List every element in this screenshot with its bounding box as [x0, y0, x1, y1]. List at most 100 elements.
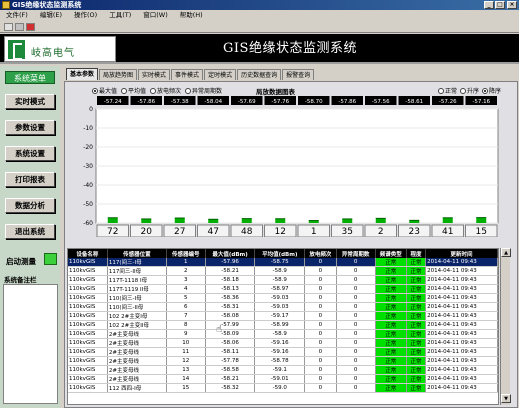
minimize-icon[interactable]: _	[484, 1, 494, 9]
close-icon[interactable]: ×	[507, 1, 517, 9]
table-row[interactable]: 110kvGIS 2#主变母线 13 -58.58 -59.1 0 0 正常 正常 2014-04…	[68, 365, 498, 376]
column-header[interactable]: 传感器位置	[107, 249, 167, 258]
column-header[interactable]: 平均值(dBm)	[254, 249, 306, 258]
tab-event[interactable]: 事件模式	[171, 69, 204, 80]
table-scrollbar[interactable]: ▲ ▼	[500, 248, 511, 405]
table-cell: 110kvGIS	[68, 275, 108, 286]
table-cell: 14	[166, 374, 206, 385]
radio-max[interactable]: 最大值	[92, 86, 117, 95]
tab-trend-chart[interactable]: 局放趋势图	[99, 69, 138, 80]
menu-edit[interactable]: 编辑(E)	[40, 10, 62, 21]
table-row[interactable]: 110kvGIS 2#主变母线 14 -58.21 -59.01 0 0 正常 正常 2014-0…	[68, 374, 498, 385]
table-cell: 0	[304, 302, 337, 313]
radio-avg[interactable]: 平均值	[121, 86, 146, 95]
table-cell: 112 西四-I母	[107, 383, 167, 394]
table-row[interactable]: 110kvGIS 2#主变母线 11 -58.11 -59.16 0 0 正常 正常 2014-0…	[68, 347, 498, 358]
tab-basic-params[interactable]: 基本参数	[66, 68, 99, 80]
table-row[interactable]: 110kvGIS 110(间三-II母 6 -58.31 -59.03 0 0 正常 正常 201…	[68, 302, 498, 313]
menu-window[interactable]: 窗口(W)	[143, 10, 168, 21]
maximize-icon[interactable]: □	[495, 1, 505, 9]
table-cell: 正常	[406, 347, 427, 358]
table-cell: 2	[166, 266, 206, 277]
table-row[interactable]: 110kvGIS 102 2#主变I母 7 -58.08 -59.17 0 0 正常 正常 201…	[68, 311, 498, 322]
bar	[375, 218, 386, 223]
scroll-up-icon[interactable]: ▲	[501, 248, 511, 257]
column-header[interactable]: 设备名称	[68, 249, 108, 258]
radio-desc[interactable]: 降序	[482, 86, 501, 95]
tab-history-query[interactable]: 历史数据查询	[237, 69, 282, 80]
table-cell: -58.08	[205, 311, 256, 322]
table-row[interactable]: 110kvGIS 2#主变母线 10 -58.06 -59.16 0 0 正常 正常 2014-0…	[68, 338, 498, 349]
column-header[interactable]: 最大值(dBm)	[205, 249, 256, 258]
exit-system-button[interactable]: 退出系统	[5, 224, 55, 239]
top-value-label: -57.38	[171, 99, 189, 105]
column-header[interactable]: 异常周期数	[336, 249, 376, 258]
column-header[interactable]: 程度	[406, 249, 427, 258]
table-cell: 11	[166, 347, 206, 358]
tab-realtime[interactable]: 实时模式	[138, 69, 171, 80]
category-label: 72	[107, 227, 118, 237]
table-row[interactable]: 110kvGIS 112 西四-I母 15 -58.32 -59.0 0 0 正常 正常 2014…	[68, 383, 498, 394]
column-header[interactable]: 更新时间	[425, 249, 498, 258]
table-cell: 2#主变母线	[107, 338, 167, 349]
y-tick-label: -50	[83, 201, 93, 208]
radio-asc[interactable]: 升序	[460, 86, 479, 95]
notes-textarea[interactable]	[3, 284, 58, 404]
category-label: 47	[208, 227, 219, 237]
system-settings-button[interactable]: 系统设置	[5, 146, 55, 161]
stop-icon[interactable]	[26, 23, 35, 31]
table-row[interactable]: 110kvGIS 117T-1119 II母 4 -58.13 -58.97 0 0 正常 正常…	[68, 284, 498, 295]
table-row[interactable]: 110kvGIS 117间三-II母 2 -58.21 -58.9 0 0 正常 正常 2014-…	[68, 266, 498, 277]
scroll-down-icon[interactable]: ▼	[501, 394, 511, 403]
table-header-row: 设备名称 传感器位置 传感器编号 最大值(dBm) 平均值(dBm) 放电频次 异常周期数频…	[68, 249, 498, 258]
table-row[interactable]: 110kvGIS 2#主变母线 9 -58.09 -58.9 0 0 正常 正常 2014-04-…	[68, 329, 498, 340]
menu-tools[interactable]: 工具(T)	[109, 10, 131, 21]
table-cell: 117间三-II母	[107, 266, 167, 277]
table-row[interactable]: 110kvGIS 2#主变母线 12 -57.78 -58.78 0 0 正常 正常 2014-0…	[68, 356, 498, 367]
table-cell: -59.03	[254, 293, 306, 304]
tab-alarm-query[interactable]: 报警查询	[282, 69, 315, 80]
column-header[interactable]: 放电频次	[304, 249, 337, 258]
start-measure-toggle[interactable]	[44, 253, 57, 265]
radio-icon	[150, 87, 157, 94]
menubar: 文件(F) 编辑(E) 操作(O) 工具(T) 窗口(W) 帮助(H)	[0, 10, 519, 21]
table-cell: -59.01	[254, 374, 306, 385]
table-cell: 正常	[375, 284, 407, 295]
radio-abnormal[interactable]: 异常周期数	[185, 86, 222, 95]
table-row[interactable]: 110kvGIS 110(间三-I母 5 -58.36 -59.03 0 0 正常 正常 2014…	[68, 293, 498, 304]
table-cell: 0	[336, 275, 376, 286]
table-cell: -58.99	[254, 320, 306, 331]
radio-frequency[interactable]: 放电频次	[150, 86, 181, 95]
table-row[interactable]: 110kvGIS 117(间三-I母 1 -57.96 -58.75 0 0 正常 正常 2014…	[68, 258, 498, 268]
table-cell: -58.97	[254, 284, 306, 295]
table-cell: 2014-04-11 09:43	[425, 284, 498, 295]
parameter-settings-button[interactable]: 参数设置	[5, 120, 55, 135]
table-cell: -58.75	[254, 258, 306, 268]
table-cell: -58.13	[205, 284, 256, 295]
table-cell: 0	[336, 266, 376, 277]
table-cell: -59.0	[254, 383, 306, 394]
top-value-label: -57.16	[472, 99, 490, 105]
table-cell: 110kvGIS	[68, 347, 108, 358]
menu-operate[interactable]: 操作(O)	[74, 10, 97, 21]
realtime-mode-button[interactable]: 实时模式	[5, 94, 55, 109]
table-row[interactable]: 110kvGIS 117T-1118 I母 3 -58.18 -58.9 0 0 正常 正常 20…	[68, 275, 498, 286]
table-cell: 0	[304, 311, 337, 322]
menu-file[interactable]: 文件(F)	[6, 10, 28, 21]
print-report-button[interactable]: 打印报表	[5, 172, 55, 187]
data-analysis-button[interactable]: 数据分析	[5, 198, 55, 213]
menu-help[interactable]: 帮助(H)	[180, 10, 203, 21]
tab-timed[interactable]: 定时模式	[204, 69, 237, 80]
category-label: 20	[141, 227, 153, 237]
run-arrow-icon[interactable]	[4, 23, 13, 31]
table-cell: 0	[304, 338, 337, 349]
y-tick-label: -60	[83, 220, 93, 227]
table-row[interactable]: 110kvGIS 102 2#主变II母 8 -57.99 -58.99 0 0 正常 正常 20…	[68, 320, 498, 331]
column-header[interactable]: 传感器编号	[166, 249, 206, 258]
column-header[interactable]: 频谱类型	[375, 249, 407, 258]
radio-normal[interactable]: 正常	[438, 86, 457, 95]
pause-icon[interactable]	[15, 23, 24, 31]
radio-normal-label: 正常	[445, 88, 458, 95]
table-cell: 2014-04-11 09:43	[425, 347, 498, 358]
table-body: 110kvGIS 117(间三-I母 1 -57.96 -58.75 0 0 正常 正常 2014…	[68, 258, 498, 394]
